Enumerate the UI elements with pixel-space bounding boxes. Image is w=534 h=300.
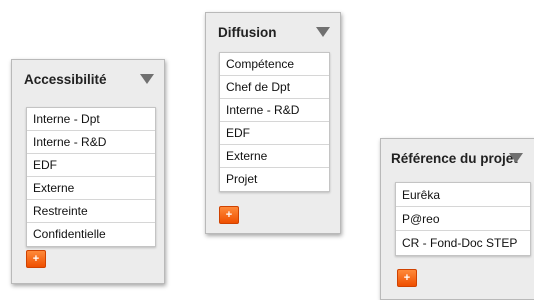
list-item[interactable]: Externe xyxy=(27,177,155,200)
add-button[interactable]: + xyxy=(397,269,417,287)
plus-icon: + xyxy=(403,271,411,284)
list-item[interactable]: EDF xyxy=(220,122,329,145)
diffusion-list: Compétence Chef de Dpt Interne - R&D EDF… xyxy=(219,52,330,192)
accessibilite-header[interactable]: Accessibilité xyxy=(12,60,164,98)
list-item[interactable]: Interne - R&D xyxy=(27,131,155,154)
chevron-down-icon[interactable] xyxy=(316,27,330,37)
add-button[interactable]: + xyxy=(219,206,239,224)
panel-title: Référence du projet xyxy=(391,150,518,166)
chevron-down-icon[interactable] xyxy=(509,153,523,163)
list-item[interactable]: EDF xyxy=(27,154,155,177)
list-item[interactable]: Interne - R&D xyxy=(220,99,329,122)
add-button[interactable]: + xyxy=(26,250,46,268)
panel-title: Accessibilité xyxy=(24,71,107,87)
list-item[interactable]: Restreinte xyxy=(27,200,155,223)
chevron-down-icon[interactable] xyxy=(140,74,154,84)
reference-panel: Référence du projet Eurêka P@reo CR - Fo… xyxy=(380,138,534,300)
list-item[interactable]: Compétence xyxy=(220,53,329,76)
plus-icon: + xyxy=(225,208,233,221)
list-item[interactable]: Externe xyxy=(220,145,329,168)
list-item[interactable]: Interne - Dpt xyxy=(27,108,155,131)
plus-icon: + xyxy=(32,252,40,265)
accessibilite-panel: Accessibilité Interne - Dpt Interne - R&… xyxy=(11,59,165,284)
panel-title: Diffusion xyxy=(218,24,277,40)
list-item[interactable]: Projet xyxy=(220,168,329,191)
list-item[interactable]: P@reo xyxy=(396,207,530,231)
reference-header[interactable]: Référence du projet xyxy=(381,139,534,177)
list-item[interactable]: Chef de Dpt xyxy=(220,76,329,99)
diffusion-panel: Diffusion Compétence Chef de Dpt Interne… xyxy=(205,12,341,234)
list-item[interactable]: Confidentielle xyxy=(27,223,155,246)
accessibilite-list: Interne - Dpt Interne - R&D EDF Externe … xyxy=(26,107,156,247)
list-item[interactable]: CR - Fond-Doc STEP xyxy=(396,231,530,255)
diffusion-header[interactable]: Diffusion xyxy=(206,13,340,51)
list-item[interactable]: Eurêka xyxy=(396,183,530,207)
reference-list: Eurêka P@reo CR - Fond-Doc STEP xyxy=(395,182,531,256)
